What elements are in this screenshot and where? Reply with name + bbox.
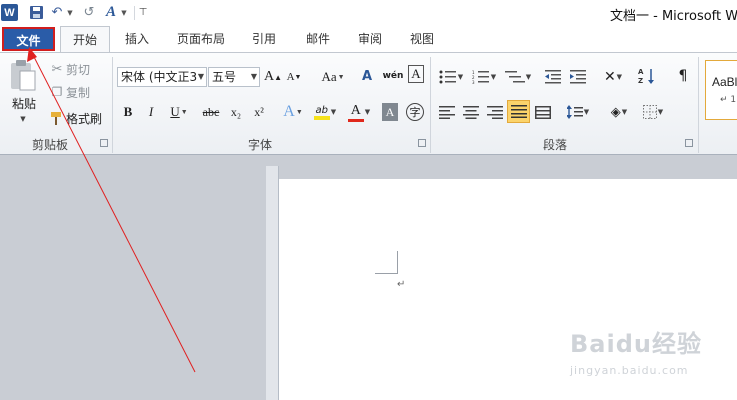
- scissors-icon[interactable]: ✂: [48, 61, 66, 77]
- tab-mailings[interactable]: 邮件: [296, 26, 340, 52]
- borders-button[interactable]: ▼: [640, 102, 666, 122]
- vertical-ruler[interactable]: [266, 166, 279, 400]
- font-name-combo[interactable]: 宋体 (中文正3 ▼: [117, 67, 207, 87]
- chevron-down-icon[interactable]: ▼: [198, 68, 204, 86]
- margin-corner-mark: [375, 251, 398, 274]
- align-left-button[interactable]: [437, 102, 457, 122]
- paste-icon[interactable]: [6, 58, 40, 92]
- change-case-button[interactable]: Aa ▼: [318, 67, 348, 87]
- justify-button[interactable]: [507, 100, 530, 123]
- title-bar: W ↶ ▼ ↺ A ▼ ⊤ 文档一 - Microsoft Word: [0, 0, 737, 26]
- paragraph-group-label: 段落: [542, 138, 567, 152]
- tab-references[interactable]: 引用: [242, 26, 286, 52]
- style-preview-text: AaBl: [712, 75, 737, 89]
- group-separator: [430, 57, 431, 153]
- clipboard-group-label: 剪贴板: [31, 138, 68, 152]
- tab-home[interactable]: 开始: [60, 26, 110, 53]
- cut-button[interactable]: 剪切: [66, 61, 96, 77]
- spelling-dropdown-icon[interactable]: ▼: [120, 4, 128, 21]
- svg-text:Z: Z: [638, 77, 643, 85]
- redo-icon[interactable]: ↺: [82, 4, 96, 21]
- character-border-button[interactable]: A: [408, 65, 424, 83]
- font-launcher-icon[interactable]: [418, 139, 426, 147]
- ribbon-tab-row: 文件 开始 插入 页面布局 引用 邮件 审阅 视图: [0, 26, 737, 53]
- bold-button[interactable]: B: [121, 102, 135, 122]
- undo-dropdown-icon[interactable]: ▼: [66, 4, 74, 21]
- sort-button[interactable]: AZ: [637, 65, 657, 87]
- group-separator: [698, 57, 699, 153]
- align-center-button[interactable]: [461, 102, 481, 122]
- text-effects-button[interactable]: A ▼: [280, 101, 306, 123]
- subscript-button[interactable]: x₂: [226, 102, 246, 122]
- clear-formatting-button[interactable]: A: [358, 65, 376, 87]
- format-painter-icon[interactable]: [48, 109, 66, 127]
- watermark-brand: Baidu经验: [570, 330, 702, 358]
- decrease-indent-button[interactable]: [543, 67, 563, 87]
- watermark-url: jingyan.baidu.com: [570, 364, 689, 377]
- distributed-button[interactable]: [533, 102, 553, 122]
- paste-dropdown-icon[interactable]: ▼: [16, 113, 30, 125]
- chevron-down-icon[interactable]: ▼: [251, 68, 257, 86]
- style-preview-label: ↵ 1: [720, 95, 737, 105]
- svg-text:3: 3: [472, 80, 475, 84]
- format-painter-button[interactable]: 格式刷: [66, 109, 108, 127]
- copy-button[interactable]: 复制: [66, 84, 96, 100]
- paragraph-shading-button[interactable]: ◈ ▼: [606, 102, 632, 122]
- font-size-combo[interactable]: 五号 ▼: [208, 67, 260, 87]
- asian-layout-button[interactable]: ✕ ▼: [598, 67, 628, 87]
- numbering-button[interactable]: 1 2 3 ▼: [470, 67, 498, 87]
- font-color-button[interactable]: A ▼: [345, 101, 373, 123]
- font-color-swatch: [347, 118, 364, 122]
- customize-qat-icon[interactable]: ⊤: [138, 4, 148, 21]
- ribbon-home: 粘贴 ▼ ✂ 剪切 ❐ 复制 格式刷 剪贴板 宋体 (中文正3 ▼ 五号 ▼ A…: [0, 52, 737, 155]
- save-icon[interactable]: [29, 4, 44, 21]
- bullets-button[interactable]: ▼: [437, 67, 465, 87]
- style-gallery-item-normal[interactable]: AaBl ↵ 1: [705, 60, 737, 120]
- tab-view[interactable]: 视图: [400, 26, 444, 52]
- superscript-button[interactable]: x²: [249, 102, 269, 122]
- line-spacing-button[interactable]: ▼: [565, 102, 591, 122]
- window-title: 文档一 - Microsoft Word: [610, 9, 737, 24]
- phonetic-guide-button[interactable]: wén: [381, 65, 405, 87]
- qat-separator: [134, 6, 135, 20]
- spelling-icon[interactable]: A: [103, 4, 119, 21]
- font-group-label: 字体: [247, 138, 272, 152]
- italic-button[interactable]: I: [144, 102, 158, 122]
- baidu-watermark: Baidu经验 jingyan.baidu.com: [560, 320, 730, 382]
- align-right-button[interactable]: [485, 102, 505, 122]
- character-shading-button[interactable]: A: [382, 103, 398, 121]
- paragraph-launcher-icon[interactable]: [685, 139, 693, 147]
- show-formatting-marks-button[interactable]: ¶: [675, 65, 691, 87]
- underline-button[interactable]: U ▼: [166, 102, 192, 122]
- tab-review[interactable]: 审阅: [348, 26, 392, 52]
- multilevel-list-button[interactable]: ▼: [503, 67, 533, 87]
- tab-file[interactable]: 文件: [2, 27, 55, 51]
- clipboard-launcher-icon[interactable]: [100, 139, 108, 147]
- enclose-characters-button[interactable]: 字: [406, 103, 424, 121]
- copy-icon[interactable]: ❐: [48, 84, 66, 100]
- grow-font-button[interactable]: A ▲: [264, 67, 282, 87]
- increase-indent-button[interactable]: [568, 67, 588, 87]
- font-size-value: 五号: [212, 70, 237, 84]
- highlight-color-swatch: [313, 115, 330, 120]
- tab-insert[interactable]: 插入: [115, 26, 159, 52]
- svg-text:A: A: [638, 68, 644, 76]
- paragraph-mark: ↵: [397, 279, 406, 290]
- word-logo-icon[interactable]: W: [1, 4, 18, 21]
- tab-page-layout[interactable]: 页面布局: [170, 26, 232, 52]
- font-name-value: 宋体 (中文正3: [121, 70, 198, 84]
- paste-button[interactable]: 粘贴: [6, 95, 42, 111]
- highlight-button[interactable]: ab ▼: [311, 101, 339, 123]
- group-separator: [112, 57, 113, 153]
- strikethrough-button[interactable]: abc: [200, 102, 222, 122]
- undo-icon[interactable]: ↶: [50, 4, 64, 21]
- shrink-font-button[interactable]: A ▼: [287, 67, 302, 87]
